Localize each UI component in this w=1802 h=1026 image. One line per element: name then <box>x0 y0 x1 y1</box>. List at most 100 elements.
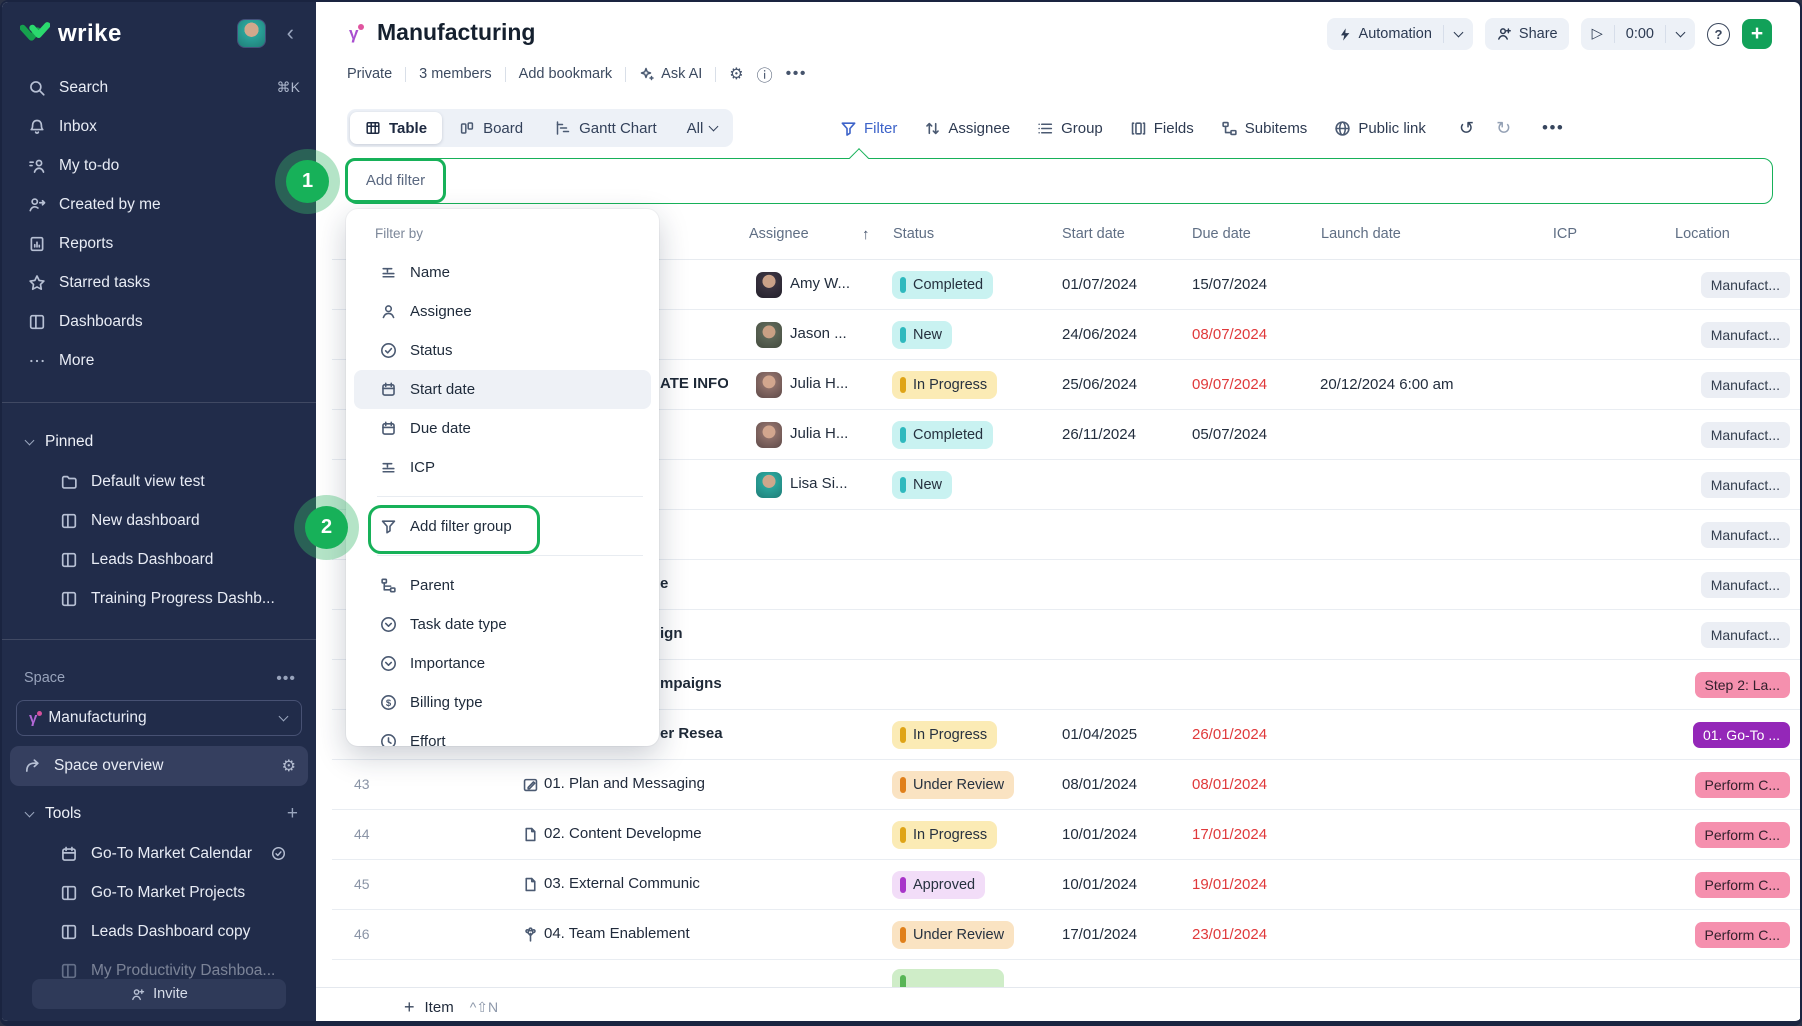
redo-icon[interactable]: ↻ <box>1496 118 1511 139</box>
toolbar-action[interactable]: Public link <box>1334 120 1426 137</box>
pinned-item[interactable]: Training Progress Dashb... <box>2 579 316 618</box>
table-row[interactable]: 45 03. External Communic Approved 10/01 <box>332 860 1802 910</box>
status-badge[interactable]: In Progress <box>892 371 997 399</box>
assignee-avatar[interactable] <box>756 272 782 298</box>
column-header-icp[interactable]: ICP <box>1532 226 1577 242</box>
due-date[interactable]: 08/07/2024 <box>1192 326 1267 343</box>
toolbar-action[interactable]: Filter <box>840 120 897 137</box>
task-name-fragment[interactable]: ign <box>660 625 728 642</box>
menu-item[interactable]: Status <box>346 331 659 370</box>
column-header-start-date[interactable]: Start date <box>1062 226 1125 242</box>
location-badge[interactable]: Manufact... <box>1701 572 1790 598</box>
location-badge[interactable]: Manufact... <box>1701 272 1790 298</box>
space-selector[interactable]: γ Manufacturing <box>16 700 302 736</box>
due-date[interactable]: 09/07/2024 <box>1192 376 1267 393</box>
status-badge[interactable]: In Progress <box>892 821 997 849</box>
tools-group-header[interactable]: Tools + <box>2 799 316 829</box>
add-bookmark-button[interactable]: Add bookmark <box>519 66 613 82</box>
sidebar-item[interactable]: Inbox <box>2 107 316 146</box>
ask-ai-button[interactable]: Ask AI <box>639 66 702 82</box>
sidebar-item-space-overview[interactable]: Space overview ⚙ <box>10 746 308 786</box>
toolbar-action[interactable]: Group <box>1037 120 1103 137</box>
location-badge[interactable]: Manufact... <box>1701 622 1790 648</box>
assignee-name[interactable]: Lisa Si... <box>790 475 864 492</box>
menu-item[interactable]: Assignee <box>346 292 659 331</box>
table-row[interactable]: 44 02. Content Developme In Progress 10 <box>332 810 1802 860</box>
location-badge[interactable]: Step 2: La... <box>1695 672 1791 698</box>
assignee-name[interactable]: Amy W... <box>790 275 864 292</box>
table-row[interactable]: 46 04. Team Enablement Under Review 17/ <box>332 910 1802 960</box>
add-tool-icon[interactable]: + <box>287 803 298 825</box>
launch-date[interactable]: 20/12/2024 6:00 am <box>1320 376 1453 393</box>
start-date[interactable]: 01/07/2024 <box>1062 276 1137 293</box>
pinned-item[interactable]: Default view test <box>2 462 316 501</box>
filter-bar[interactable] <box>347 158 1773 204</box>
status-badge[interactable]: In Progress <box>892 721 997 749</box>
tool-item[interactable]: Leads Dashboard copy <box>2 912 316 951</box>
due-date[interactable]: 26/01/2024 <box>1192 726 1267 743</box>
start-date[interactable]: 08/01/2024 <box>1062 776 1137 793</box>
location-badge[interactable]: Perform C... <box>1695 822 1790 848</box>
start-date[interactable]: 10/01/2024 <box>1062 826 1137 843</box>
view-tab[interactable]: Board <box>444 112 538 144</box>
undo-icon[interactable]: ↺ <box>1459 118 1474 139</box>
sort-ascending-icon[interactable]: ↑ <box>862 226 870 243</box>
toolbar-action[interactable]: Fields <box>1130 120 1194 137</box>
view-tab[interactable]: Table <box>350 112 442 144</box>
pinned-item[interactable]: Leads Dashboard <box>2 540 316 579</box>
table-row[interactable]: 43 01. Plan and Messaging Under Review <box>332 760 1802 810</box>
due-date[interactable]: 05/07/2024 <box>1192 426 1267 443</box>
all-views-dropdown[interactable]: All <box>674 112 731 144</box>
timer-control[interactable]: ▷ 0:00 <box>1581 18 1695 50</box>
sidebar-item[interactable]: Created by me <box>2 185 316 224</box>
task-name[interactable]: 03. External Communic <box>544 875 730 892</box>
sidebar-collapse-icon[interactable]: ‹ <box>287 20 294 46</box>
start-date[interactable]: 26/11/2024 <box>1062 426 1136 443</box>
assignee-name[interactable]: Julia H... <box>790 375 864 392</box>
due-date[interactable]: 08/01/2024 <box>1192 776 1267 793</box>
location-badge[interactable]: Perform C... <box>1695 922 1790 948</box>
toolbar-more-icon[interactable]: ••• <box>1542 118 1564 138</box>
column-header-location[interactable]: Location <box>1675 226 1730 242</box>
task-name[interactable]: 01. Plan and Messaging <box>544 775 730 792</box>
sidebar-item[interactable]: My to-do <box>2 146 316 185</box>
status-badge[interactable]: Completed <box>892 271 993 299</box>
view-tab[interactable]: Gantt Chart <box>540 112 672 144</box>
invite-button[interactable]: Invite <box>32 979 286 1009</box>
user-avatar[interactable] <box>237 19 266 48</box>
task-name-fragment[interactable]: er Resea <box>660 725 728 742</box>
menu-item[interactable]: Start date <box>354 370 651 409</box>
task-name[interactable]: 04. Team Enablement <box>544 925 730 942</box>
gear-icon[interactable]: ⚙ <box>282 756 296 776</box>
assignee-name[interactable]: Jason ... <box>790 325 864 342</box>
column-header-launch-date[interactable]: Launch date <box>1321 226 1401 242</box>
status-badge[interactable]: New <box>892 321 952 349</box>
menu-item[interactable]: Task date type <box>346 605 659 644</box>
start-date[interactable]: 17/01/2024 <box>1062 926 1137 943</box>
start-date[interactable]: 10/01/2024 <box>1062 876 1137 893</box>
start-date[interactable]: 24/06/2024 <box>1062 326 1137 343</box>
help-button[interactable]: ? <box>1707 23 1730 46</box>
sidebar-item[interactable]: Reports <box>2 224 316 263</box>
location-badge[interactable]: Manufact... <box>1701 472 1790 498</box>
menu-item[interactable]: Due date <box>346 409 659 448</box>
location-badge[interactable]: 01. Go-To ... <box>1693 722 1790 748</box>
status-badge[interactable]: Under Review <box>892 921 1014 949</box>
due-date[interactable]: 19/01/2024 <box>1192 876 1267 893</box>
pinned-group-header[interactable]: Pinned <box>2 427 316 457</box>
start-date[interactable]: 25/06/2024 <box>1062 376 1137 393</box>
due-date[interactable]: 15/07/2024 <box>1192 276 1267 293</box>
location-badge[interactable]: Manufact... <box>1701 372 1790 398</box>
task-name[interactable]: 02. Content Developme <box>544 825 730 842</box>
start-date[interactable]: 01/04/2025 <box>1062 726 1137 743</box>
wrike-logo[interactable]: wrike <box>20 20 122 48</box>
column-header-due-date[interactable]: Due date <box>1192 226 1251 242</box>
more-options-icon[interactable]: ••• <box>786 65 807 83</box>
privacy-label[interactable]: Private <box>347 66 392 82</box>
task-name-fragment[interactable]: e <box>660 575 728 592</box>
chevron-down-icon[interactable] <box>25 808 35 818</box>
assignee-avatar[interactable] <box>756 422 782 448</box>
space-options-icon[interactable]: ••• <box>276 670 296 688</box>
location-badge[interactable]: Manufact... <box>1701 322 1790 348</box>
status-badge[interactable]: Under Review <box>892 771 1014 799</box>
